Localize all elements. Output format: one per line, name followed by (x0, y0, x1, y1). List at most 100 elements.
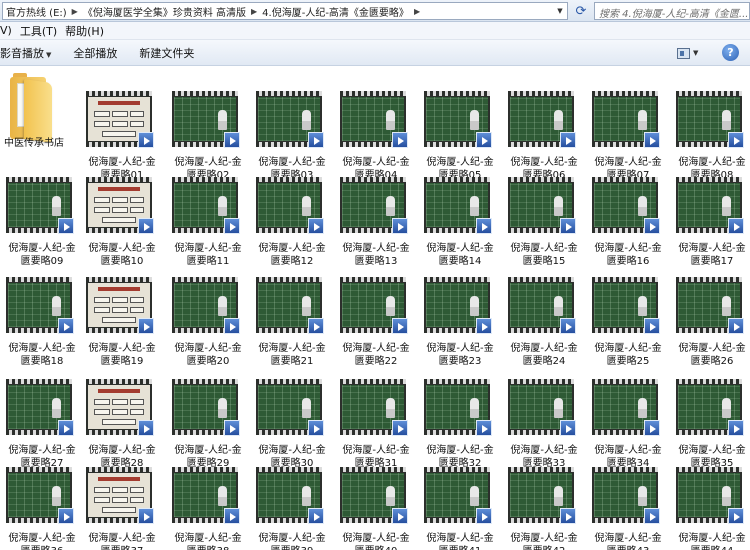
video-thumbnail (86, 379, 154, 436)
video-file-item[interactable]: 倪海厦-人纪-金 匮要略11 (168, 174, 248, 269)
video-file-icon (392, 218, 408, 234)
video-file-item[interactable]: 倪海厦-人纪-金 匮要略21 (252, 274, 332, 369)
video-file-item[interactable]: 倪海厦-人纪-金 匮要略31 (336, 376, 416, 471)
file-name: 倪海厦-人纪-金 匮要略11 (174, 243, 242, 267)
video-file-item[interactable]: 倪海厦-人纪-金 匮要略17 (672, 174, 750, 269)
video-file-icon (138, 318, 154, 334)
video-file-icon (560, 318, 576, 334)
video-file-icon (138, 218, 154, 234)
video-file-icon (728, 318, 744, 334)
file-name: 倪海厦-人纪-金 匮要略10 (88, 243, 156, 267)
video-file-item[interactable]: 倪海厦-人纪-金 匮要略16 (588, 174, 668, 269)
video-file-item[interactable]: 倪海厦-人纪-金 匮要略14 (420, 174, 500, 269)
video-file-item[interactable]: 倪海厦-人纪-金 匮要略27 (2, 376, 82, 471)
menu-tools[interactable]: 工具(T) (20, 23, 65, 39)
video-file-icon (392, 508, 408, 524)
video-file-item[interactable]: 倪海厦-人纪-金 匮要略15 (504, 174, 584, 269)
file-name: 倪海厦-人纪-金 匮要略22 (342, 343, 410, 367)
file-name: 倪海厦-人纪-金 匮要略09 (8, 243, 76, 267)
breadcrumb-drive[interactable]: 官方热线 (E:) (3, 4, 70, 19)
video-file-item[interactable]: 倪海厦-人纪-金 匮要略36 (2, 464, 82, 550)
video-file-item[interactable]: 倪海厦-人纪-金 匮要略28 (82, 376, 162, 471)
video-file-icon (224, 508, 240, 524)
play-all-button[interactable]: 全部播放 (73, 45, 117, 61)
video-file-item[interactable]: 倪海厦-人纪-金 匮要略40 (336, 464, 416, 550)
chevron-right-icon[interactable]: ▶ (249, 7, 259, 16)
video-file-icon (644, 132, 660, 148)
video-file-item[interactable]: 倪海厦-人纪-金 匮要略44 (672, 464, 750, 550)
help-icon[interactable]: ? (722, 44, 739, 61)
file-grid: 中医传承书店 倪海厦-人纪-金 匮要略01 倪海厦-人纪-金 匮要略02 倪海厦-人… (0, 66, 750, 550)
video-file-item[interactable]: 倪海厦-人纪-金 匮要略18 (2, 274, 82, 369)
file-name: 倪海厦-人纪-金 匮要略36 (8, 533, 76, 550)
menu-help[interactable]: 帮助(H) (65, 23, 112, 39)
video-thumbnail (172, 467, 240, 524)
video-file-item[interactable]: 倪海厦-人纪-金 匮要略42 (504, 464, 584, 550)
video-file-item[interactable]: 倪海厦-人纪-金 匮要略22 (336, 274, 416, 369)
file-name: 倪海厦-人纪-金 匮要略25 (594, 343, 662, 367)
video-file-item[interactable]: 倪海厦-人纪-金 匮要略06 (504, 88, 584, 183)
video-thumbnail (340, 277, 408, 334)
video-thumbnail (86, 91, 154, 148)
file-name: 倪海厦-人纪-金 匮要略19 (88, 343, 156, 367)
refresh-icon[interactable]: ⟳ (571, 2, 591, 20)
file-name: 倪海厦-人纪-金 匮要略39 (258, 533, 326, 550)
video-file-item[interactable]: 倪海厦-人纪-金 匮要略20 (168, 274, 248, 369)
file-name: 倪海厦-人纪-金 匮要略21 (258, 343, 326, 367)
video-file-item[interactable]: 倪海厦-人纪-金 匮要略12 (252, 174, 332, 269)
video-thumbnail (592, 91, 660, 148)
breadcrumb-current-folder[interactable]: 4.倪海厦-人纪-高清《金匮要略》 (259, 4, 412, 19)
file-name: 倪海厦-人纪-金 匮要略41 (426, 533, 494, 550)
video-file-item[interactable]: 倪海厦-人纪-金 匮要略03 (252, 88, 332, 183)
video-file-item[interactable]: 倪海厦-人纪-金 匮要略23 (420, 274, 500, 369)
video-file-item[interactable]: 倪海厦-人纪-金 匮要略41 (420, 464, 500, 550)
search-input[interactable]: 搜索 4.倪海厦-人纪-高清《金匮... (594, 2, 750, 20)
video-thumbnail (508, 467, 576, 524)
video-file-item[interactable]: 倪海厦-人纪-金 匮要略32 (420, 376, 500, 471)
video-file-item[interactable]: 倪海厦-人纪-金 匮要略07 (588, 88, 668, 183)
video-file-item[interactable]: 倪海厦-人纪-金 匮要略37 (82, 464, 162, 550)
video-thumbnail (340, 177, 408, 234)
video-file-item[interactable]: 倪海厦-人纪-金 匮要略43 (588, 464, 668, 550)
file-name: 倪海厦-人纪-金 匮要略15 (510, 243, 578, 267)
video-file-item[interactable]: 倪海厦-人纪-金 匮要略05 (420, 88, 500, 183)
video-thumbnail (340, 379, 408, 436)
video-file-item[interactable]: 倪海厦-人纪-金 匮要略09 (2, 174, 82, 269)
chevron-down-icon: ▼ (46, 50, 52, 59)
video-file-item[interactable]: 倪海厦-人纪-金 匮要略24 (504, 274, 584, 369)
address-bar[interactable]: 官方热线 (E:) ▶ 《倪海厦医学全集》珍贵资料 高清版 ▶ 4.倪海厦-人纪… (2, 2, 568, 20)
video-file-icon (308, 318, 324, 334)
video-file-item[interactable]: 倪海厦-人纪-金 匮要略26 (672, 274, 750, 369)
video-file-icon (224, 420, 240, 436)
address-dropdown-icon[interactable]: ▼ (553, 3, 567, 19)
video-file-icon (728, 508, 744, 524)
change-view-button[interactable]: ▼ (677, 45, 705, 61)
video-thumbnail (676, 467, 744, 524)
video-file-item[interactable]: 倪海厦-人纪-金 匮要略01 (82, 88, 162, 183)
video-file-item[interactable]: 倪海厦-人纪-金 匮要略04 (336, 88, 416, 183)
breadcrumb-collection[interactable]: 《倪海厦医学全集》珍贵资料 高清版 (80, 4, 249, 19)
chevron-right-icon[interactable]: ▶ (412, 7, 422, 16)
video-file-item[interactable]: 倪海厦-人纪-金 匮要略33 (504, 376, 584, 471)
video-file-item[interactable]: 倪海厦-人纪-金 匮要略34 (588, 376, 668, 471)
file-name: 倪海厦-人纪-金 匮要略16 (594, 243, 662, 267)
folder-item[interactable]: 中医传承书店 (0, 69, 80, 164)
new-folder-button[interactable]: 新建文件夹 (139, 45, 194, 61)
file-name: 倪海厦-人纪-金 匮要略38 (174, 533, 242, 550)
video-file-item[interactable]: 倪海厦-人纪-金 匮要略39 (252, 464, 332, 550)
video-file-item[interactable]: 倪海厦-人纪-金 匮要略19 (82, 274, 162, 369)
video-file-item[interactable]: 倪海厦-人纪-金 匮要略35 (672, 376, 750, 471)
video-file-item[interactable]: 倪海厦-人纪-金 匮要略02 (168, 88, 248, 183)
video-file-item[interactable]: 倪海厦-人纪-金 匮要略30 (252, 376, 332, 471)
video-file-item[interactable]: 倪海厦-人纪-金 匮要略29 (168, 376, 248, 471)
video-file-item[interactable]: 倪海厦-人纪-金 匮要略38 (168, 464, 248, 550)
menu-view[interactable]: V) (0, 24, 20, 37)
video-file-icon (224, 132, 240, 148)
video-file-item[interactable]: 倪海厦-人纪-金 匮要略08 (672, 88, 750, 183)
video-file-item[interactable]: 倪海厦-人纪-金 匮要略25 (588, 274, 668, 369)
play-button[interactable]: 影音播放 ▼ (0, 45, 51, 61)
chevron-right-icon[interactable]: ▶ (70, 7, 80, 16)
video-file-item[interactable]: 倪海厦-人纪-金 匮要略10 (82, 174, 162, 269)
video-file-item[interactable]: 倪海厦-人纪-金 匮要略13 (336, 174, 416, 269)
video-thumbnail (6, 277, 74, 334)
